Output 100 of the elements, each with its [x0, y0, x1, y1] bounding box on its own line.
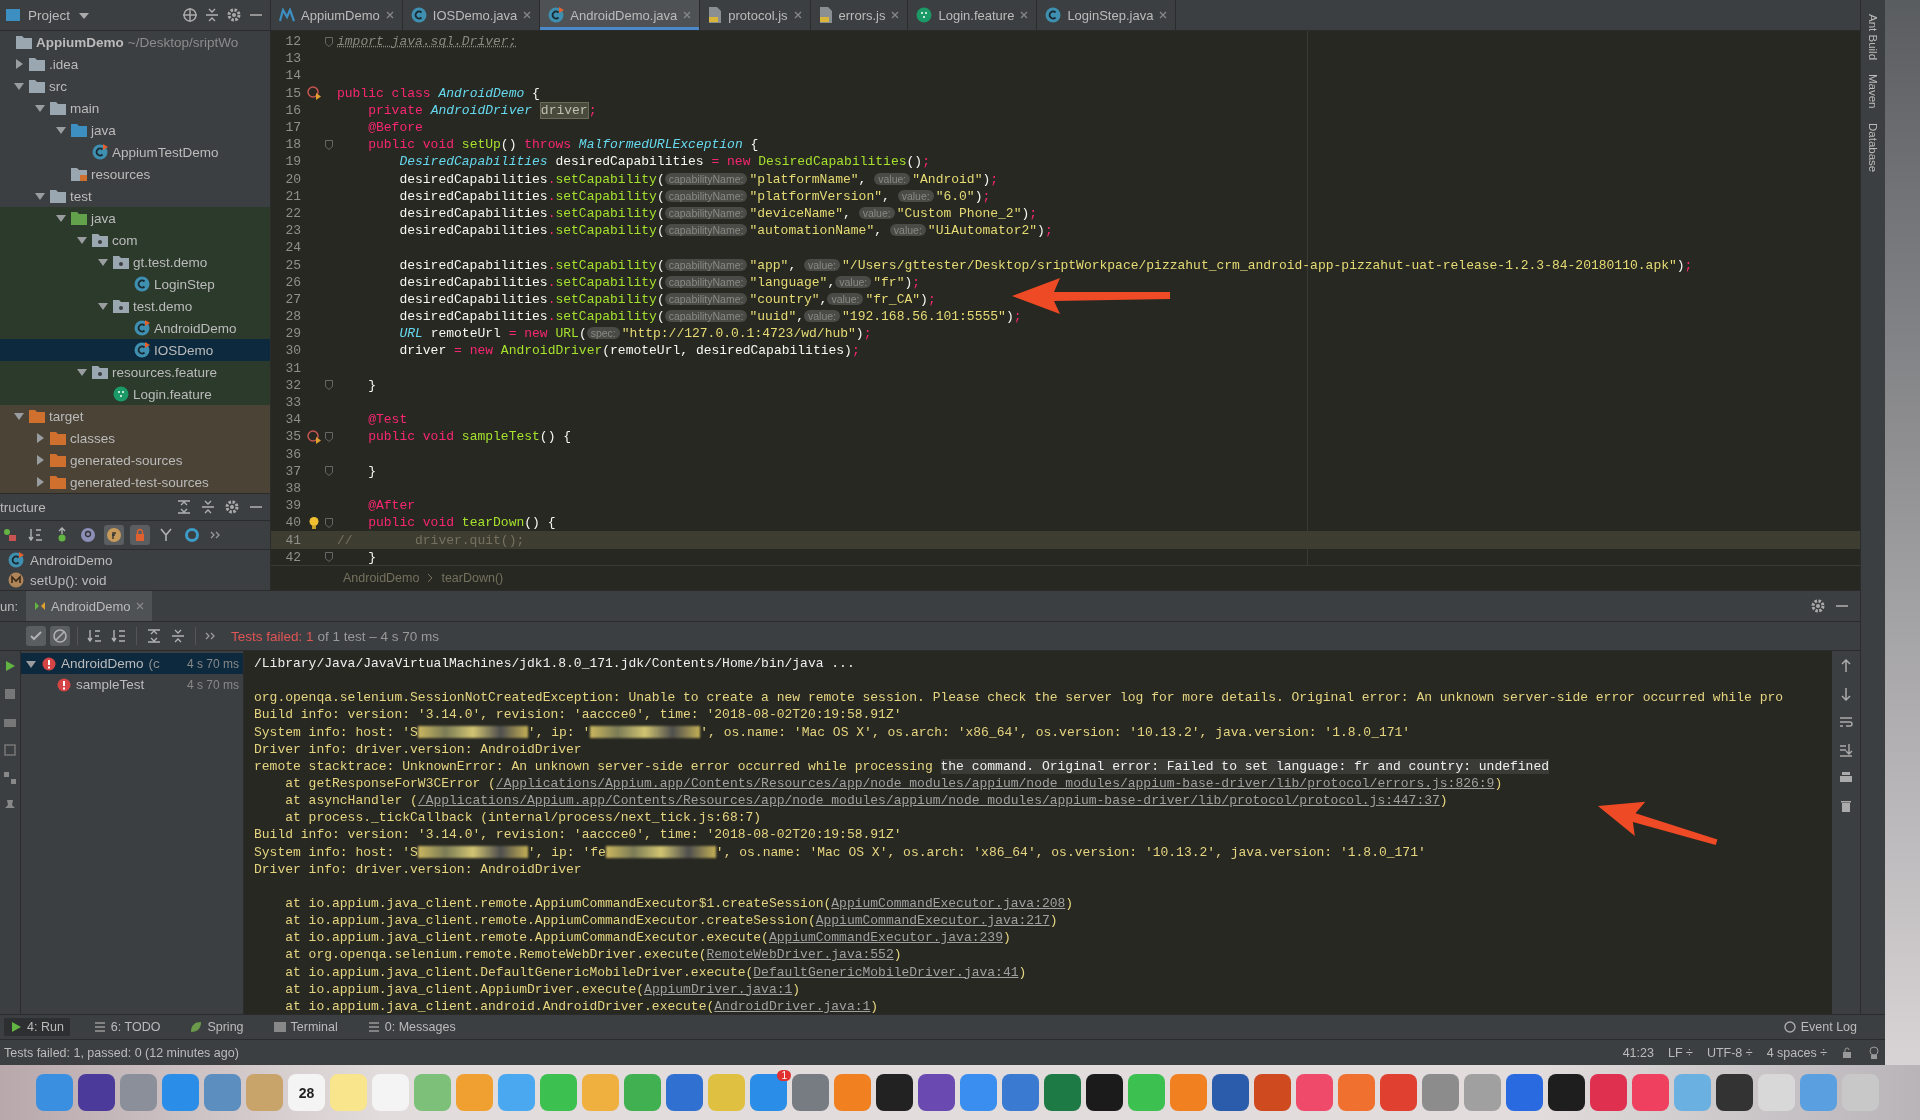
tree-item[interactable]: test: [0, 185, 270, 207]
tool-window-tab[interactable]: 4: Run: [4, 1018, 70, 1036]
locate-icon[interactable]: [182, 7, 198, 23]
collapse-icon[interactable]: [204, 7, 220, 23]
expand-arrow-icon[interactable]: [34, 454, 46, 466]
tree-item[interactable]: .idea: [0, 53, 270, 75]
tree-item[interactable]: gt.test.demo: [0, 251, 270, 273]
dock-app-icon[interactable]: 28: [288, 1074, 325, 1111]
toolbar-toggle[interactable]: [26, 626, 46, 646]
tree-item[interactable]: target: [0, 405, 270, 427]
tree-item[interactable]: test.demo: [0, 295, 270, 317]
tree-item[interactable]: java: [0, 207, 270, 229]
expand-arrow-icon[interactable]: [97, 256, 109, 268]
breadcrumb-item[interactable]: AndroidDemo: [343, 571, 420, 585]
structure-item[interactable]: setUp(): void: [0, 570, 270, 590]
tool-window-tab[interactable]: Spring: [184, 1018, 250, 1036]
structure-item[interactable]: AndroidDemo: [0, 550, 270, 570]
fold-marker-icon[interactable]: [325, 466, 333, 477]
panel-title[interactable]: tructure: [0, 499, 168, 515]
rerun-icon[interactable]: [3, 659, 17, 673]
tree-item[interactable]: java: [0, 119, 270, 141]
lightbulb-icon[interactable]: [307, 515, 321, 530]
tool-window-button[interactable]: Maven: [1867, 74, 1879, 109]
close-icon[interactable]: [1020, 11, 1029, 19]
file-link[interactable]: DefaultGenericMobileDriver.java:41: [753, 964, 1019, 980]
close-icon[interactable]: [135, 602, 144, 610]
tree-item[interactable]: src: [0, 75, 270, 97]
expand-arrow-icon[interactable]: [34, 102, 46, 114]
file-link[interactable]: AndroidDriver.java:1: [714, 998, 871, 1014]
tree-item[interactable]: AppiumDemo ~/Desktop/sriptWo: [0, 31, 270, 53]
expand-arrow-icon[interactable]: [55, 212, 67, 224]
dock-app-icon[interactable]: [1716, 1074, 1753, 1111]
tree-item[interactable]: classes: [0, 427, 270, 449]
tree-item[interactable]: resources.feature: [0, 361, 270, 383]
expand-arrow-icon[interactable]: [13, 80, 25, 92]
toolbar-toggle[interactable]: [130, 525, 150, 545]
tool-window-tab[interactable]: 0: Messages: [361, 1018, 462, 1036]
layout-icon[interactable]: [3, 771, 17, 785]
toolbar-toggle[interactable]: [182, 525, 202, 545]
editor-tab[interactable]: errors.js: [810, 0, 909, 30]
expand-arrow-icon[interactable]: [13, 58, 25, 70]
panel-title[interactable]: Project: [28, 7, 71, 23]
tree-item[interactable]: AppiumTestDemo: [0, 141, 270, 163]
breadcrumb-item[interactable]: tearDown(): [441, 571, 504, 585]
test-suite-row[interactable]: AndroidDemo (c 4 s 70 ms: [21, 653, 243, 674]
dock-app-icon[interactable]: [1086, 1074, 1123, 1111]
close-icon[interactable]: [1159, 11, 1168, 19]
fold-marker-icon[interactable]: [325, 139, 333, 150]
tree-item[interactable]: generated-test-sources: [0, 471, 270, 493]
expand-icon[interactable]: [176, 499, 192, 515]
tool-window-button[interactable]: Database: [1867, 122, 1879, 172]
editor-tab[interactable]: LoginStep.java: [1037, 0, 1177, 30]
settings-icon[interactable]: [226, 7, 242, 23]
expand-arrow-icon[interactable]: [34, 476, 46, 488]
arrow-up-icon[interactable]: [1839, 659, 1853, 673]
file-link[interactable]: /Applications/Appium.app/Contents/Resources/app/node_modules/appium/node_modules/appium-base-driver/lib/protocol/protocol.js:447:37: [417, 793, 1440, 809]
expand-arrow-icon[interactable]: [76, 366, 88, 378]
editor-tab[interactable]: AndroidDemo.java: [540, 0, 701, 30]
settings-icon[interactable]: [224, 499, 240, 515]
expand-arrow-icon[interactable]: [34, 190, 46, 202]
status-item[interactable]: LF ÷: [1667, 1045, 1693, 1060]
tree-item[interactable]: Login.feature: [0, 383, 270, 405]
tree-item[interactable]: main: [0, 97, 270, 119]
expand-arrow-icon[interactable]: [55, 124, 67, 136]
run-icon[interactable]: [307, 86, 321, 101]
dock-app-icon[interactable]: [1548, 1074, 1585, 1111]
tree-item[interactable]: resources: [0, 163, 270, 185]
event-log-button[interactable]: Event Log: [1783, 1020, 1881, 1034]
run-tab[interactable]: AndroidDemo: [26, 591, 152, 621]
expand-arrow-icon[interactable]: [34, 432, 46, 444]
tool-window-button[interactable]: Ant Build: [1867, 14, 1879, 61]
file-link[interactable]: /Applications/Appium.app/Contents/Resources/app/node_modules/appium/node_modules/appium-base-driver/lib/protocol/errors.js:826:9: [495, 776, 1495, 792]
file-link[interactable]: AppiumCommandExecutor.java:208: [831, 896, 1066, 912]
toolbar-toggle[interactable]: [78, 525, 98, 545]
editor-tab[interactable]: protocol.js: [700, 0, 811, 30]
settings-icon[interactable]: [1810, 598, 1826, 614]
fold-marker-icon[interactable]: [325, 431, 333, 442]
close-icon[interactable]: [523, 11, 532, 19]
expand-arrow-icon[interactable]: [13, 410, 25, 422]
status-item[interactable]: UTF-8 ÷: [1706, 1045, 1753, 1060]
print-icon[interactable]: [1839, 771, 1853, 785]
tree-item[interactable]: AndroidDemo: [0, 317, 270, 339]
tree-item[interactable]: LoginStep: [0, 273, 270, 295]
scroll-end-icon[interactable]: [1839, 743, 1853, 757]
fold-marker-icon[interactable]: [325, 552, 333, 563]
file-link[interactable]: RemoteWebDriver.java:552: [706, 947, 894, 963]
test-case-row[interactable]: sampleTest 4 s 70 ms: [21, 674, 243, 695]
file-link[interactable]: AppiumCommandExecutor.java:217: [815, 913, 1050, 929]
collapse-icon[interactable]: [200, 499, 216, 515]
file-link[interactable]: AppiumDriver.java:1: [644, 981, 793, 997]
editor-tab[interactable]: Login.feature: [908, 0, 1038, 30]
status-item[interactable]: 4 spaces ÷: [1766, 1045, 1827, 1060]
fold-marker-icon[interactable]: [325, 517, 333, 528]
stop-icon[interactable]: [3, 687, 17, 701]
status-item[interactable]: 41:23: [1622, 1045, 1654, 1060]
tool-window-tab[interactable]: Terminal: [267, 1018, 344, 1036]
wrap-icon[interactable]: [1839, 715, 1853, 729]
tree-item[interactable]: com: [0, 229, 270, 251]
tree-item[interactable]: generated-sources: [0, 449, 270, 471]
trash-icon[interactable]: [1839, 799, 1853, 813]
